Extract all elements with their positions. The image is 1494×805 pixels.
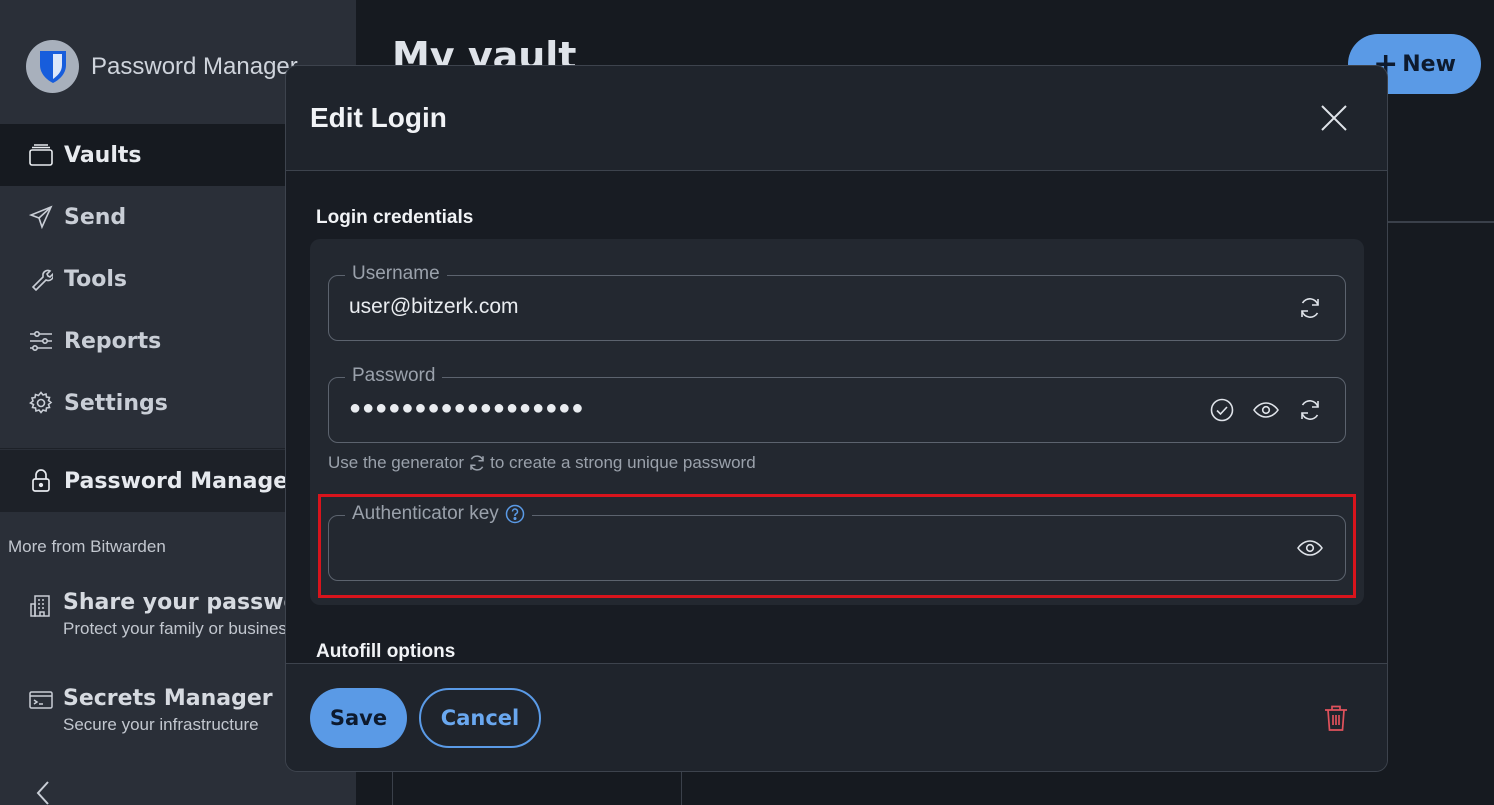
sidebar-item-label: Vaults <box>64 142 142 168</box>
edit-login-dialog: Edit Login Login credentials Username us… <box>285 65 1388 772</box>
send-icon <box>28 204 54 230</box>
promo-secrets-manager[interactable]: Secrets Manager Secure your infrastructu… <box>28 686 273 735</box>
divider <box>1387 221 1494 223</box>
username-input[interactable]: user@bitzerk.com <box>349 295 519 319</box>
generate-password-refresh-icon[interactable] <box>1297 397 1323 423</box>
sidebar-item-label: Tools <box>64 266 127 292</box>
check-password-icon[interactable] <box>1209 397 1235 423</box>
password-hint: Use the generator to create a strong uni… <box>328 453 756 473</box>
section-title-autofill-options: Autofill options <box>316 641 456 662</box>
building-icon <box>28 594 54 620</box>
new-button-label: New <box>1402 51 1456 77</box>
password-label: Password <box>345 365 443 387</box>
more-from-heading: More from Bitwarden <box>8 537 166 556</box>
dialog-body[interactable]: Login credentials Username user@bitzerk.… <box>286 171 1387 663</box>
password-input[interactable]: ●●●●●●●●●●●●●●●●●● <box>349 397 584 420</box>
shield-logo-icon <box>26 40 79 93</box>
login-credentials-card: Username user@bitzerk.com Password ●●●●●… <box>310 239 1364 605</box>
sidebar-item-label: Settings <box>64 390 168 416</box>
lock-icon <box>28 468 54 494</box>
toggle-password-visibility-eye-icon[interactable] <box>1253 397 1279 423</box>
table-column-divider <box>392 771 393 805</box>
brand-name: Password Manager <box>91 52 298 80</box>
promo-title: Secrets Manager <box>63 686 273 711</box>
dialog-footer: Save Cancel <box>286 663 1387 771</box>
logo[interactable]: Password Manager <box>26 40 298 93</box>
username-label: Username <box>345 263 447 285</box>
hint-text-after: to create a strong unique password <box>490 453 756 472</box>
collapse-sidebar-chevron-left-icon[interactable] <box>34 780 54 805</box>
dialog-title: Edit Login <box>310 102 447 133</box>
table-column-divider <box>681 771 682 805</box>
hint-text-before: Use the generator <box>328 453 465 472</box>
sliders-icon <box>28 328 54 354</box>
sidebar-item-label: Send <box>64 204 127 230</box>
close-dialog-button[interactable] <box>1319 103 1349 133</box>
delete-trash-icon[interactable] <box>1323 704 1349 732</box>
generate-username-refresh-icon[interactable] <box>1297 295 1323 321</box>
vault-icon <box>28 142 54 168</box>
terminal-icon <box>28 690 54 716</box>
cancel-button[interactable]: Cancel <box>419 688 541 748</box>
product-switcher-label: Password Manager <box>64 468 300 494</box>
dialog-header: Edit Login <box>286 66 1387 171</box>
promo-subtitle: Secure your infrastructure <box>63 715 259 734</box>
save-button[interactable]: Save <box>310 688 407 748</box>
highlight-box <box>318 494 1356 598</box>
username-field[interactable]: Username user@bitzerk.com <box>328 263 1346 341</box>
gear-icon <box>28 390 54 416</box>
wrench-icon <box>28 266 54 292</box>
password-field[interactable]: Password ●●●●●●●●●●●●●●●●●● <box>328 365 1346 443</box>
generator-refresh-icon[interactable] <box>468 454 486 472</box>
sidebar-item-label: Reports <box>64 328 162 354</box>
section-title-login-credentials: Login credentials <box>316 207 474 228</box>
